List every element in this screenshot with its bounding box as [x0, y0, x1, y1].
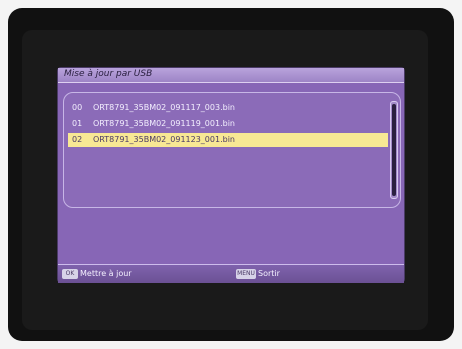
update-hint: Mettre à jour — [80, 269, 132, 278]
file-name: ORT8791_35BM02_091119_001.bin — [93, 119, 235, 128]
file-index: 02 — [72, 135, 83, 144]
file-index: 00 — [72, 103, 83, 112]
file-name: ORT8791_35BM02_091123_001.bin — [93, 135, 235, 144]
file-list-item[interactable]: 01 ORT8791_35BM02_091119_001.bin — [68, 117, 388, 131]
menu-key-badge: MENU — [236, 269, 256, 279]
exit-hint: Sortir — [258, 269, 280, 278]
dialog-title: Mise à jour par USB — [64, 69, 153, 79]
file-index: 01 — [72, 119, 83, 128]
file-name: ORT8791_35BM02_091117_003.bin — [93, 103, 235, 112]
file-list[interactable]: 00 ORT8791_35BM02_091117_003.bin 01 ORT8… — [63, 92, 401, 208]
file-list-item[interactable]: 00 ORT8791_35BM02_091117_003.bin — [68, 101, 388, 115]
usb-update-dialog: Mise à jour par USB 00 ORT8791_35BM02_09… — [58, 68, 404, 283]
footer-hints: OK Mettre à jour MENU Sortir — [58, 264, 404, 283]
file-list-item-selected[interactable]: 02 ORT8791_35BM02_091123_001.bin — [68, 133, 388, 147]
dialog-title-bar: Mise à jour par USB — [58, 68, 404, 83]
scrollbar-thumb[interactable] — [392, 104, 396, 196]
scrollbar[interactable] — [390, 101, 398, 199]
ok-key-badge: OK — [62, 269, 78, 279]
